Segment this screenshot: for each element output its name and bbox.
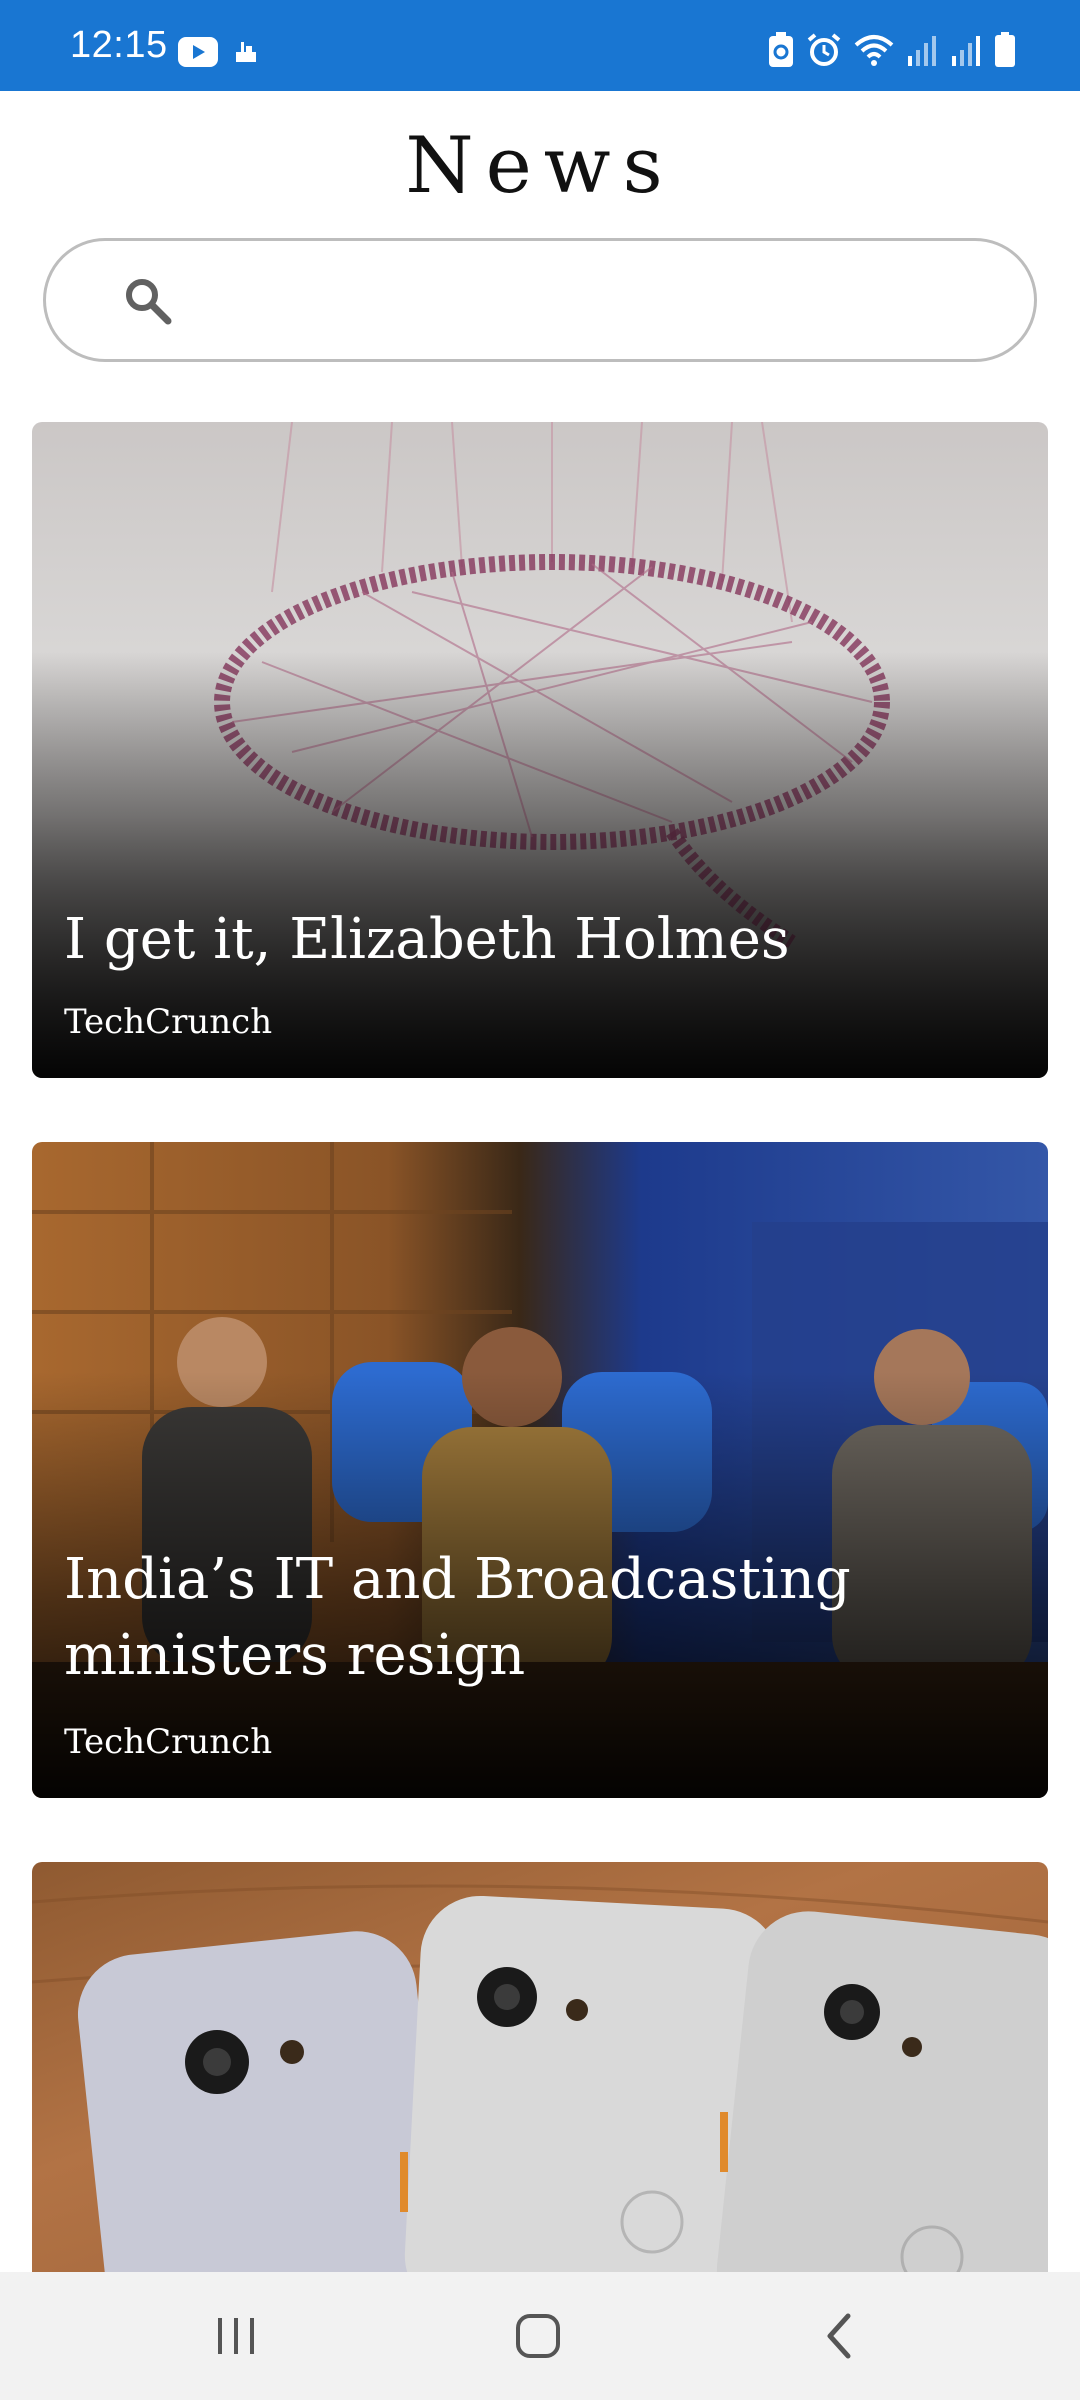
article-card[interactable]: India’s IT and Broadcasting ministers re… — [32, 1142, 1048, 1798]
wifi-icon — [854, 33, 894, 67]
status-time: 12:15 — [70, 24, 168, 66]
search-bar[interactable] — [43, 238, 1037, 362]
recent-apps-icon[interactable] — [196, 2302, 276, 2370]
search-icon[interactable] — [122, 275, 176, 329]
signal-icon — [950, 34, 982, 66]
back-icon[interactable] — [800, 2302, 880, 2370]
article-card[interactable] — [32, 1862, 1048, 2272]
search-input[interactable] — [196, 261, 1000, 343]
status-right-icons — [768, 30, 1016, 70]
status-bar: 12:15 — [0, 0, 1080, 91]
status-left-icons — [178, 35, 260, 69]
battery-icon — [994, 32, 1016, 68]
article-title: I get it, Elizabeth Holmes — [64, 907, 790, 972]
article-source: TechCrunch — [64, 1722, 273, 1762]
article-card[interactable]: I get it, Elizabeth Holmes TechCrunch — [32, 422, 1048, 1078]
article-image — [32, 1862, 1048, 2272]
page-title: News — [405, 121, 675, 211]
notification-icon — [232, 38, 260, 66]
article-source: TechCrunch — [64, 1002, 273, 1042]
navigation-bar — [0, 2272, 1080, 2400]
article-overlay — [32, 1142, 1048, 1798]
article-title: India’s IT and Broadcasting ministers re… — [64, 1547, 851, 1688]
youtube-icon — [178, 37, 218, 67]
signal-icon — [906, 34, 938, 66]
home-icon[interactable] — [498, 2302, 578, 2370]
alarm-icon — [806, 32, 842, 68]
battery-saver-icon — [768, 32, 794, 68]
article-overlay — [32, 422, 1048, 1078]
